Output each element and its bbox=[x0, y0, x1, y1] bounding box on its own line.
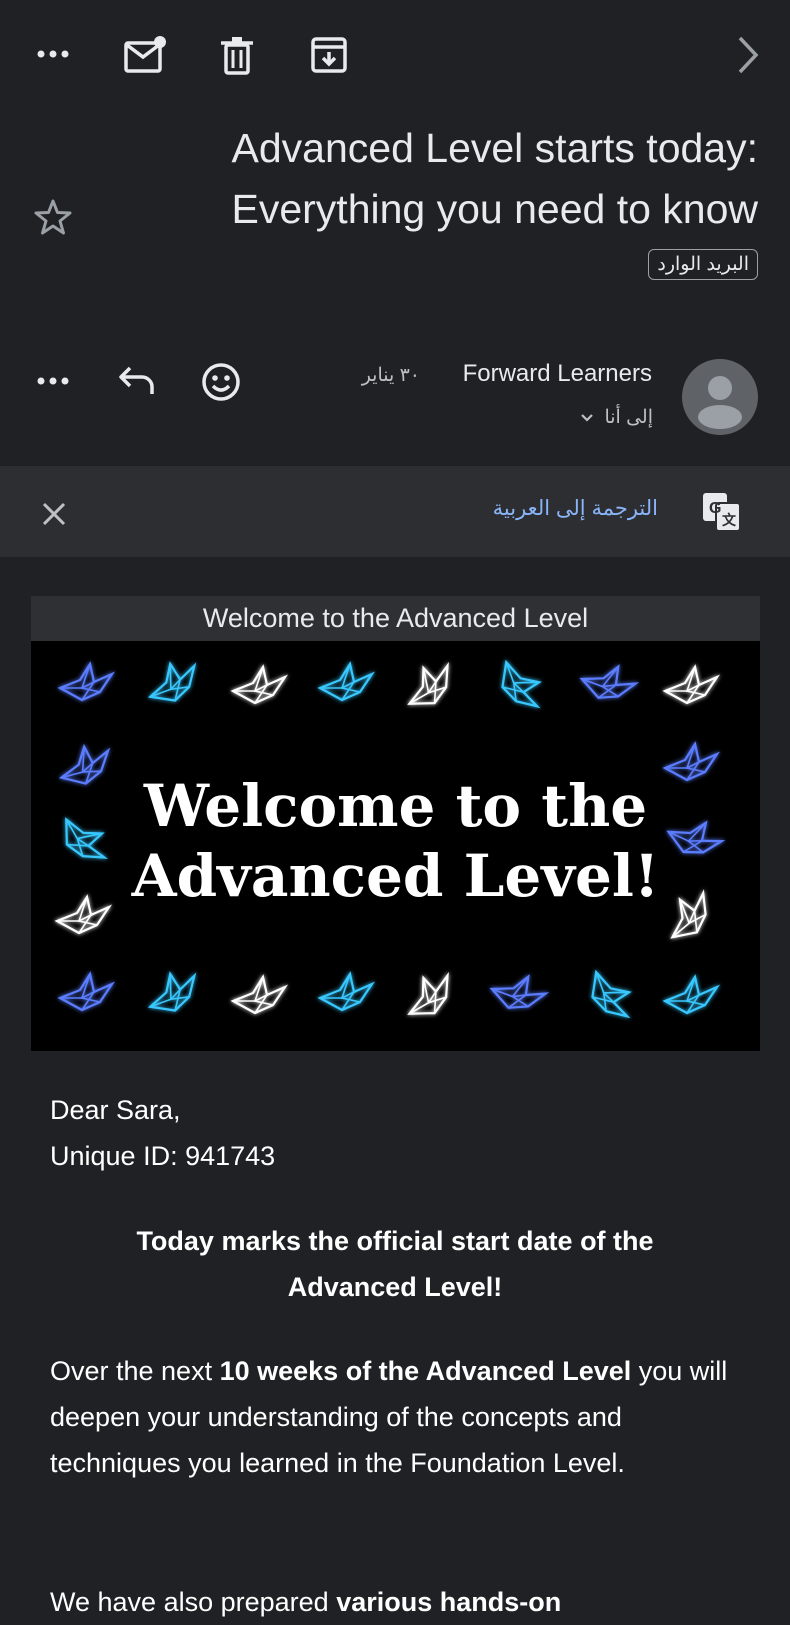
svg-text:文: 文 bbox=[722, 512, 737, 528]
delete-icon bbox=[221, 37, 253, 75]
sender-more-button[interactable] bbox=[30, 366, 76, 396]
next-email-button[interactable] bbox=[728, 32, 768, 78]
emoji-reaction-button[interactable] bbox=[198, 359, 244, 405]
reply-button[interactable] bbox=[114, 360, 160, 402]
paragraph-1-text-a: Over the next bbox=[50, 1356, 220, 1386]
unique-id: Unique ID: 941743 bbox=[50, 1141, 276, 1171]
subject-line-2: Everything you need to know bbox=[231, 186, 759, 232]
subject-line-1: Advanced Level starts today: bbox=[231, 125, 758, 171]
banner-heading: Welcome to the Advanced Level! bbox=[31, 771, 760, 911]
star-icon bbox=[34, 199, 72, 235]
more-horizontal-icon bbox=[37, 377, 69, 385]
chevron-down-icon bbox=[581, 413, 594, 422]
svg-text:G: G bbox=[709, 500, 721, 517]
paragraph-1: Over the next 10 weeks of the Advanced L… bbox=[50, 1348, 740, 1486]
email-subject: Advanced Level starts today: Everything … bbox=[58, 118, 759, 240]
delete-button[interactable] bbox=[214, 32, 260, 78]
welcome-banner-image: Welcome to the Advanced Level! bbox=[31, 641, 760, 1051]
banner-title: Welcome to the Advanced Level bbox=[31, 596, 760, 641]
translate-link[interactable]: الترجمة إلى العربية bbox=[493, 496, 658, 521]
recipient-toggle[interactable]: إلى أنا bbox=[580, 406, 653, 429]
emoji-icon bbox=[202, 363, 240, 401]
close-icon bbox=[42, 502, 66, 526]
paragraph-1-emphasis: 10 weeks of the Advanced Level bbox=[219, 1356, 632, 1386]
top-toolbar bbox=[0, 0, 790, 110]
recipient-text: إلى أنا bbox=[604, 407, 653, 428]
reply-icon bbox=[119, 366, 154, 394]
email-date: ٣٠ يناير bbox=[361, 365, 420, 386]
paragraph-2-emphasis: various hands-on bbox=[336, 1587, 562, 1617]
sender-avatar[interactable] bbox=[682, 359, 758, 435]
person-icon bbox=[698, 376, 742, 429]
google-translate-icon: G文 bbox=[703, 493, 741, 532]
headline: Today marks the official start date of t… bbox=[136, 1226, 654, 1302]
mark-unread-icon bbox=[124, 36, 166, 73]
paragraph-2: We have also prepared various hands-on bbox=[50, 1579, 740, 1625]
greeting: Dear Sara, bbox=[50, 1095, 181, 1125]
paragraph-2-text-a: We have also prepared bbox=[50, 1587, 337, 1617]
archive-icon bbox=[311, 37, 347, 73]
archive-button[interactable] bbox=[306, 32, 352, 78]
greeting-block: Dear Sara, Unique ID: 941743 bbox=[50, 1087, 740, 1179]
more-options-button[interactable] bbox=[30, 36, 76, 72]
close-translate-button[interactable] bbox=[34, 494, 74, 534]
inbox-label-chip[interactable]: البريد الوارد bbox=[648, 249, 758, 280]
chevron-right-icon bbox=[738, 36, 759, 74]
more-horizontal-icon bbox=[37, 50, 69, 58]
mark-unread-button[interactable] bbox=[122, 32, 168, 78]
translate-bar bbox=[0, 466, 790, 557]
banner-heading-line-2: Advanced Level! bbox=[131, 842, 660, 910]
star-button[interactable] bbox=[32, 196, 74, 238]
translate-icon-button[interactable]: G文 bbox=[700, 490, 744, 534]
sender-name[interactable]: Forward Learners bbox=[463, 360, 652, 388]
banner-heading-line-1: Welcome to the bbox=[143, 772, 648, 840]
